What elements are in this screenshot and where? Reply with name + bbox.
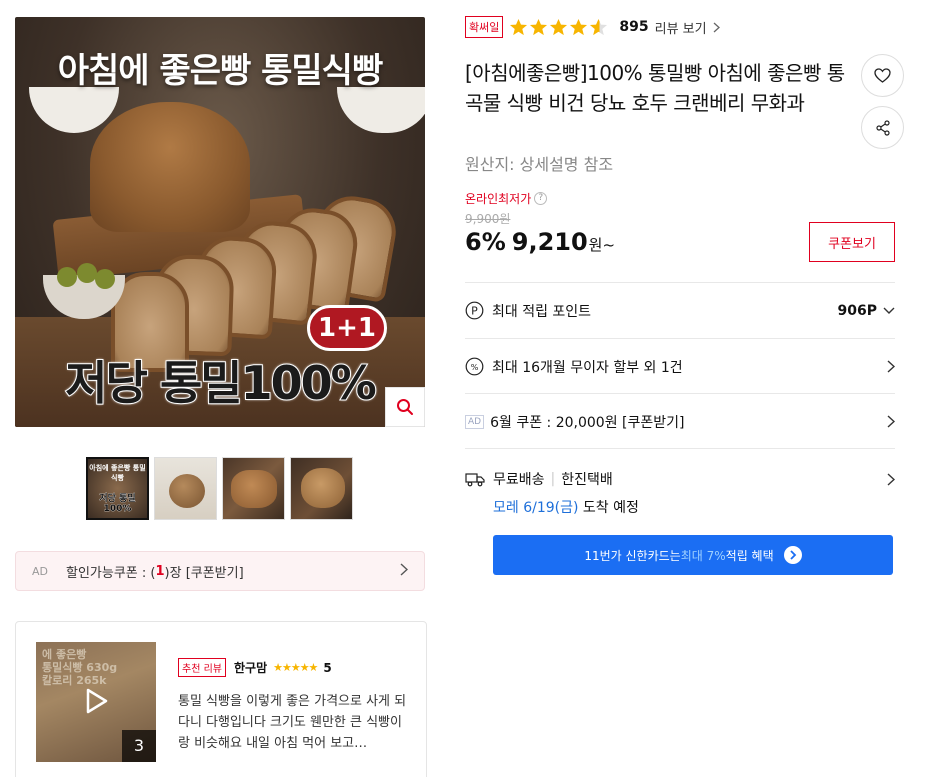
review-video-thumbnail[interactable]: 에 좋은빵 통밀식빵 630g 칼로리 265k 3 <box>36 642 156 762</box>
star-icon <box>530 18 548 35</box>
thumbnail-1[interactable]: 아침에 좋은빵 통밀식빵 저당 통밀100% <box>86 457 149 520</box>
product-title: [아침에좋은빵]100% 통밀빵 아침에 좋은빵 통곡물 식빵 비건 당뇨 호두… <box>465 61 845 115</box>
banner-highlight: 최대 7% <box>680 548 726 563</box>
discount-rate: 6% <box>465 228 506 256</box>
thumbnail-4[interactable] <box>290 457 353 520</box>
free-shipping-label: 무료배송 <box>493 472 545 488</box>
heart-icon <box>874 68 891 83</box>
original-price: 9,900원 <box>465 212 511 226</box>
shipping-line: 무료배송 | 한진택배 <box>465 469 895 489</box>
product-main-image[interactable]: 아침에 좋은빵 통밀식빵 1+1 저당 통밀100% <box>15 17 425 427</box>
price-unit: 원~ <box>588 236 616 254</box>
chevron-right-icon <box>887 360 895 373</box>
card-benefit-banner[interactable]: 11번가 신한카드는 최대 7% 적립 혜택 <box>493 535 893 575</box>
reviewer-name: 한구맘 <box>233 661 268 675</box>
origin-info: 원산지: 상세설명 참조 <box>465 155 614 174</box>
rating-row: 확써일 895 리뷰 보기 <box>465 16 720 38</box>
review-stars: ★★★★★ <box>273 661 318 674</box>
help-icon[interactable]: ? <box>534 192 548 205</box>
june-coupon-row[interactable]: AD 6월 쿠폰 : 20,000원 [쿠폰받기] <box>465 393 895 449</box>
review-link[interactable]: 리뷰 보기 <box>655 18 707 37</box>
star-icon <box>510 18 528 35</box>
point-icon: P <box>465 301 484 320</box>
ad-label: AD <box>32 564 48 578</box>
image-olive <box>77 263 97 283</box>
divider: | <box>550 471 556 487</box>
magnifier-icon <box>397 399 413 415</box>
image-subtitle: 저당 통밀100% <box>64 355 377 411</box>
review-score: 5 <box>323 660 332 675</box>
lowest-price-text: 온라인최저가 <box>465 192 532 206</box>
chevron-right-icon <box>887 415 895 428</box>
points-right: 906P <box>838 303 895 319</box>
wishlist-button[interactable] <box>861 54 904 97</box>
sale-price: 9,210 <box>511 228 588 256</box>
chevron-right-icon <box>713 22 720 32</box>
chevron-right-icon <box>887 472 895 486</box>
banner-suffix: 적립 혜택 <box>725 548 774 563</box>
confirm-badge: 확써일 <box>465 16 504 38</box>
ad-coupon-bar[interactable]: AD 할인가능쿠폰 : (1)장 [쿠폰받기] <box>15 551 425 591</box>
shipping-block[interactable]: 무료배송 | 한진택배 모레 6/19(금) 도착 예정 <box>465 448 895 517</box>
coupon-view-button[interactable]: 쿠폰보기 <box>809 222 895 262</box>
review-count[interactable]: 895 <box>619 19 648 35</box>
thumbnail-2[interactable] <box>154 457 217 520</box>
coupon-count: 1 <box>155 563 165 579</box>
arrow-right-circle-icon <box>783 546 802 564</box>
image-flour-bowl-right <box>337 87 425 133</box>
thumbnail-3-bread <box>231 470 277 508</box>
coupon-text-suffix: )장 [쿠폰받기] <box>164 565 244 581</box>
june-coupon-label: 6월 쿠폰 : 20,000원 [쿠폰받기] <box>490 414 685 431</box>
thumbnail-strip: 아침에 좋은빵 통밀식빵 저당 통밀100% <box>86 457 353 520</box>
review-text: 통밀 식빵을 이렇게 좋은 가격으로 사게 되다니 다행입니다 크기도 웬만한 … <box>178 694 407 751</box>
star-icon <box>570 18 588 35</box>
thumbnail-3[interactable] <box>222 457 285 520</box>
chevron-right-icon <box>400 562 409 580</box>
review-body: 추천 리뷰 한구맘 ★★★★★ 5 통밀 식빵을 이렇게 좋은 가격으로 사게 … <box>178 658 410 754</box>
arrival-date: 모레 6/19(금) <box>493 500 579 516</box>
coupon-text-prefix: 할인가능쿠폰 : ( <box>66 565 156 581</box>
ad-mini-label: AD <box>465 414 485 429</box>
rating-stars <box>509 18 609 37</box>
thumbnail-4-bread <box>301 468 345 508</box>
arrival-line: 모레 6/19(금) 도착 예정 <box>493 497 895 517</box>
image-olive <box>95 269 115 289</box>
points-value: 906P <box>837 302 877 319</box>
play-icon <box>86 688 108 714</box>
banner-prefix: 11번가 신한카드는 <box>584 548 681 563</box>
carrier-label: 한진택배 <box>561 472 613 488</box>
svg-text:%: % <box>471 363 479 372</box>
share-button[interactable] <box>861 106 904 149</box>
recommend-badge: 추천 리뷰 <box>178 658 226 677</box>
installment-label: 최대 16개월 무이자 할부 외 1건 <box>492 359 683 376</box>
review-video-text: 에 좋은빵 통밀식빵 630g 칼로리 265k <box>42 648 118 687</box>
points-row[interactable]: P 최대 적립 포인트 906P <box>465 282 895 338</box>
percent-icon: % <box>465 357 484 376</box>
price-row: 6% 9,210 원~ <box>465 228 615 256</box>
star-half-icon <box>590 18 608 35</box>
thumbnail-1-headline: 아침에 좋은빵 통밀식빵 <box>89 464 146 482</box>
star-icon <box>550 18 568 35</box>
share-icon <box>875 119 890 136</box>
media-count-badge: 3 <box>122 730 156 762</box>
installment-row[interactable]: % 최대 16개월 무이자 할부 외 1건 <box>465 338 895 394</box>
image-promo-badge: 1+1 <box>307 305 387 351</box>
zoom-button[interactable] <box>385 387 425 427</box>
arrival-suffix: 도착 예정 <box>582 500 639 516</box>
svg-text:P: P <box>471 305 478 318</box>
truck-icon <box>465 471 485 487</box>
chevron-down-icon <box>883 307 895 314</box>
review-meta: 추천 리뷰 한구맘 ★★★★★ 5 <box>178 658 410 677</box>
thumbnail-2-bread <box>169 474 205 508</box>
image-bread-loaf <box>90 102 250 232</box>
lowest-price-label: 온라인최저가 ? <box>465 190 548 207</box>
review-preview-card[interactable]: 에 좋은빵 통밀식빵 630g 칼로리 265k 3 추천 리뷰 한구맘 ★★★… <box>15 621 427 777</box>
image-headline: 아침에 좋은빵 통밀식빵 <box>57 51 383 91</box>
image-olive <box>57 267 77 287</box>
thumbnail-1-subtitle: 저당 통밀100% <box>99 494 136 515</box>
points-label: 최대 적립 포인트 <box>492 303 592 320</box>
